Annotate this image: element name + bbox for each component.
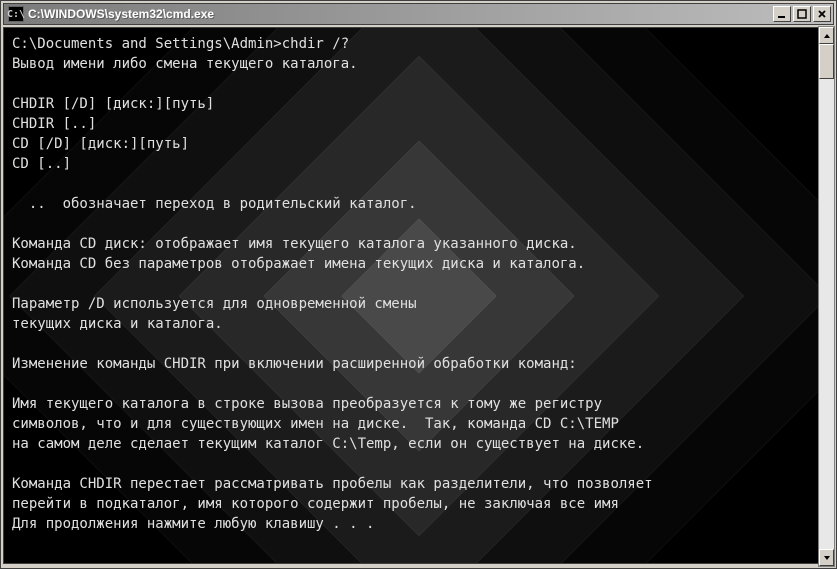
cmd-window: C:\ C:\WINDOWS\system32\cmd.exe C:\Docum… bbox=[0, 0, 837, 569]
window-controls bbox=[771, 6, 831, 22]
maximize-button[interactable] bbox=[793, 6, 811, 22]
console-output: C:\Documents and Settings\Admin>chdir /?… bbox=[4, 28, 833, 540]
window-title: C:\WINDOWS\system32\cmd.exe bbox=[28, 7, 771, 21]
titlebar[interactable]: C:\ C:\WINDOWS\system32\cmd.exe bbox=[3, 3, 834, 25]
close-button[interactable] bbox=[813, 6, 831, 22]
vertical-scrollbar[interactable] bbox=[818, 26, 835, 567]
scroll-thumb[interactable] bbox=[819, 44, 834, 79]
scroll-track[interactable] bbox=[819, 44, 834, 549]
scroll-up-button[interactable] bbox=[819, 27, 834, 44]
cmd-icon: C:\ bbox=[8, 6, 24, 22]
minimize-button[interactable] bbox=[773, 6, 791, 22]
scroll-down-button[interactable] bbox=[819, 549, 834, 566]
console-viewport[interactable]: C:\Documents and Settings\Admin>chdir /?… bbox=[3, 27, 834, 564]
